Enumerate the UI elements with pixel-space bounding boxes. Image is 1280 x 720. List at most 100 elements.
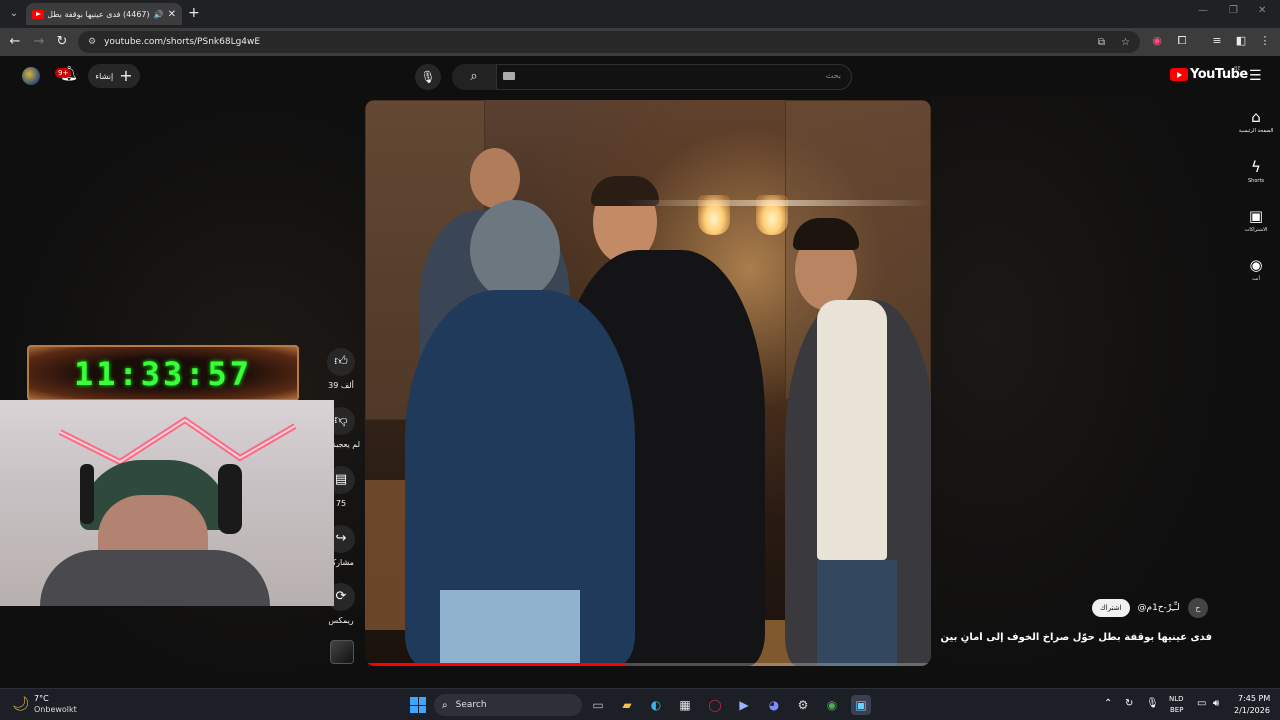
install-app-icon[interactable]: ⧉ xyxy=(1098,37,1105,48)
like-button[interactable]: 👍︎ 39 ألف xyxy=(327,348,355,390)
volume-icon[interactable]: 🔊︎ xyxy=(1213,698,1219,709)
guide-label: الاشتراكات xyxy=(1244,227,1268,233)
weather-temp[interactable]: 7°C xyxy=(34,694,49,703)
reload-icon[interactable]: ↻ xyxy=(54,34,70,49)
search-placeholder: بحث xyxy=(825,71,841,80)
edge-icon[interactable]: ◐ xyxy=(646,695,666,715)
notification-badge: 9+ xyxy=(55,68,72,78)
video-progress-bar[interactable] xyxy=(365,663,931,666)
plus-icon: + xyxy=(119,66,133,85)
sync-icon[interactable]: ↻ xyxy=(1125,698,1133,709)
tab-search-chevron-icon[interactable]: ⌄ xyxy=(6,6,22,22)
microphone-icon[interactable]: 🎙︎ xyxy=(1146,698,1159,709)
channel-row: اشتراك @لـِّـِرْ-ح1م ح xyxy=(1092,598,1208,618)
background-person-head xyxy=(470,148,520,208)
search-icon: ⌕ xyxy=(470,69,478,84)
youtube-masthead: 🔔︎ 9+ إنشاء + 🎙︎ ⌕ بحث YouTube BE ☰ xyxy=(0,56,1280,96)
jeans xyxy=(440,590,580,666)
guide-item-you[interactable]: ◉ أنت xyxy=(1234,256,1278,282)
video-progress-fill xyxy=(365,663,626,666)
create-label: إنشاء xyxy=(95,71,114,81)
guide-item-shorts[interactable]: ϟ Shorts xyxy=(1234,158,1278,184)
media-player-icon[interactable]: ▶ xyxy=(734,695,754,715)
white-sweater xyxy=(817,300,887,560)
maximize-icon[interactable]: ❐ xyxy=(1229,5,1238,16)
digital-clock-overlay: 11:33:57 xyxy=(27,345,299,401)
browser-menu-icon[interactable]: ⋮ xyxy=(1258,34,1272,47)
voice-search-mic-icon[interactable]: 🎙︎ xyxy=(415,64,441,90)
windows-taskbar: 🌙︎ 7°C Onbewolkt ⌕ Search ▭ ▰ ◐ ▦ ◯ ▶ ◕ … xyxy=(0,688,1280,720)
tab-title: (4467) فدى عينيها بوقفة بطل xyxy=(48,9,150,19)
store-icon[interactable]: ▦ xyxy=(675,695,695,715)
site-info-icon[interactable]: ⚙ xyxy=(88,37,96,47)
account-avatar[interactable] xyxy=(22,67,40,85)
headset-icon xyxy=(80,464,94,524)
taskbar-search-label: Search xyxy=(455,700,487,710)
sound-thumbnail[interactable] xyxy=(330,640,354,664)
windows-start-icon[interactable] xyxy=(410,697,426,713)
remix-label: ريمكس xyxy=(328,616,354,625)
keyboard-layout[interactable]: BEP xyxy=(1170,706,1183,714)
reading-list-icon[interactable]: ≡ xyxy=(1210,34,1224,47)
opera-icon[interactable]: ◯ xyxy=(705,695,725,715)
window-close-icon[interactable]: ✕ xyxy=(1258,5,1266,16)
settings-gear-icon[interactable]: ⚙ xyxy=(793,695,813,715)
beanie-person-head xyxy=(470,200,560,300)
guide-label: الصفحة الرئيسية xyxy=(1238,128,1274,134)
tray-expand-chevron-icon[interactable]: ⌃ xyxy=(1104,698,1112,709)
webcam-overlay xyxy=(0,400,334,606)
bookmark-star-icon[interactable]: ☆ xyxy=(1121,37,1130,48)
close-tab-icon[interactable]: ✕ xyxy=(168,9,176,20)
extension-icon[interactable]: ◉ xyxy=(1150,34,1164,47)
file-explorer-icon[interactable]: ▰ xyxy=(617,695,637,715)
like-count: 39 ألف xyxy=(328,381,354,390)
weather-desc[interactable]: Onbewolkt xyxy=(34,705,77,714)
shorts-video-player[interactable] xyxy=(365,100,931,666)
network-icon[interactable]: ▭ xyxy=(1197,698,1206,709)
browser-tab-bar: ⌄ (4467) فدى عينيها بوقفة بطل 🔊 ✕ + — ❐ … xyxy=(0,0,1280,28)
weather-moon-icon[interactable]: 🌙︎ xyxy=(12,696,30,712)
guide-label: أنت xyxy=(1252,276,1260,282)
input-language[interactable]: NLD xyxy=(1169,695,1184,703)
headset-earcup xyxy=(218,464,242,534)
speaker-icon[interactable]: 🔊 xyxy=(154,10,164,19)
streamer-shirt xyxy=(40,550,270,606)
channel-name[interactable]: @لـِّـِرْ-ح1م xyxy=(1138,603,1180,613)
you-icon: ◉ xyxy=(1249,256,1263,274)
extensions-puzzle-icon[interactable]: ⧠ xyxy=(1175,34,1189,48)
shorts-icon: ϟ xyxy=(1251,158,1261,176)
channel-avatar[interactable]: ح xyxy=(1187,598,1208,618)
clock-date-taskbar[interactable]: 2/1/2026 xyxy=(1234,706,1270,715)
address-bar[interactable]: ⚙ youtube.com/shorts/PSnk68Lg4wE ⧉ ☆ xyxy=(78,31,1140,53)
youtube-favicon-icon xyxy=(32,9,44,19)
active-app-icon[interactable]: ▣ xyxy=(851,695,871,715)
short-title[interactable]: فدى عينيها بوقفة بطل حوّل صراخ الخوف إلى… xyxy=(940,632,1212,643)
light-streak xyxy=(625,200,931,206)
profile-icon[interactable]: ◧ xyxy=(1234,34,1248,47)
guide-menu-icon[interactable]: ☰ xyxy=(1249,68,1262,84)
browser-tab[interactable]: (4467) فدى عينيها بوقفة بطل 🔊 ✕ xyxy=(26,3,182,25)
forward-arrow-icon[interactable]: → xyxy=(31,34,47,49)
clock-time: 11:33:57 xyxy=(73,355,253,393)
keyboard-icon[interactable] xyxy=(503,72,515,80)
task-view-icon[interactable]: ▭ xyxy=(588,695,608,715)
guide-item-subscriptions[interactable]: ▣ الاشتراكات xyxy=(1234,207,1278,233)
back-arrow-icon[interactable]: ← xyxy=(7,34,23,49)
clock-time-taskbar[interactable]: 7:45 PM xyxy=(1238,694,1270,703)
url-text[interactable]: youtube.com/shorts/PSnk68Lg4wE xyxy=(104,37,1082,47)
chrome-icon[interactable]: ◉ xyxy=(822,695,842,715)
minimize-icon[interactable]: — xyxy=(1198,5,1208,16)
youtube-play-logo-icon xyxy=(1170,68,1188,81)
new-tab-button[interactable]: + xyxy=(188,5,200,21)
search-button[interactable]: ⌕ xyxy=(452,64,496,90)
subscribe-button[interactable]: اشتراك xyxy=(1092,599,1130,617)
discord-icon[interactable]: ◕ xyxy=(764,695,784,715)
create-button[interactable]: إنشاء + xyxy=(88,64,140,88)
subscriptions-icon: ▣ xyxy=(1248,207,1264,225)
guide-item-home[interactable]: ⌂ الصفحة الرئيسية xyxy=(1234,108,1278,134)
thumbs-up-icon: 👍︎ xyxy=(327,348,355,376)
search-input[interactable]: بحث xyxy=(496,64,852,90)
home-icon: ⌂ xyxy=(1251,108,1261,126)
taskbar-search[interactable]: ⌕ Search xyxy=(434,694,582,716)
search-icon: ⌕ xyxy=(442,699,448,711)
